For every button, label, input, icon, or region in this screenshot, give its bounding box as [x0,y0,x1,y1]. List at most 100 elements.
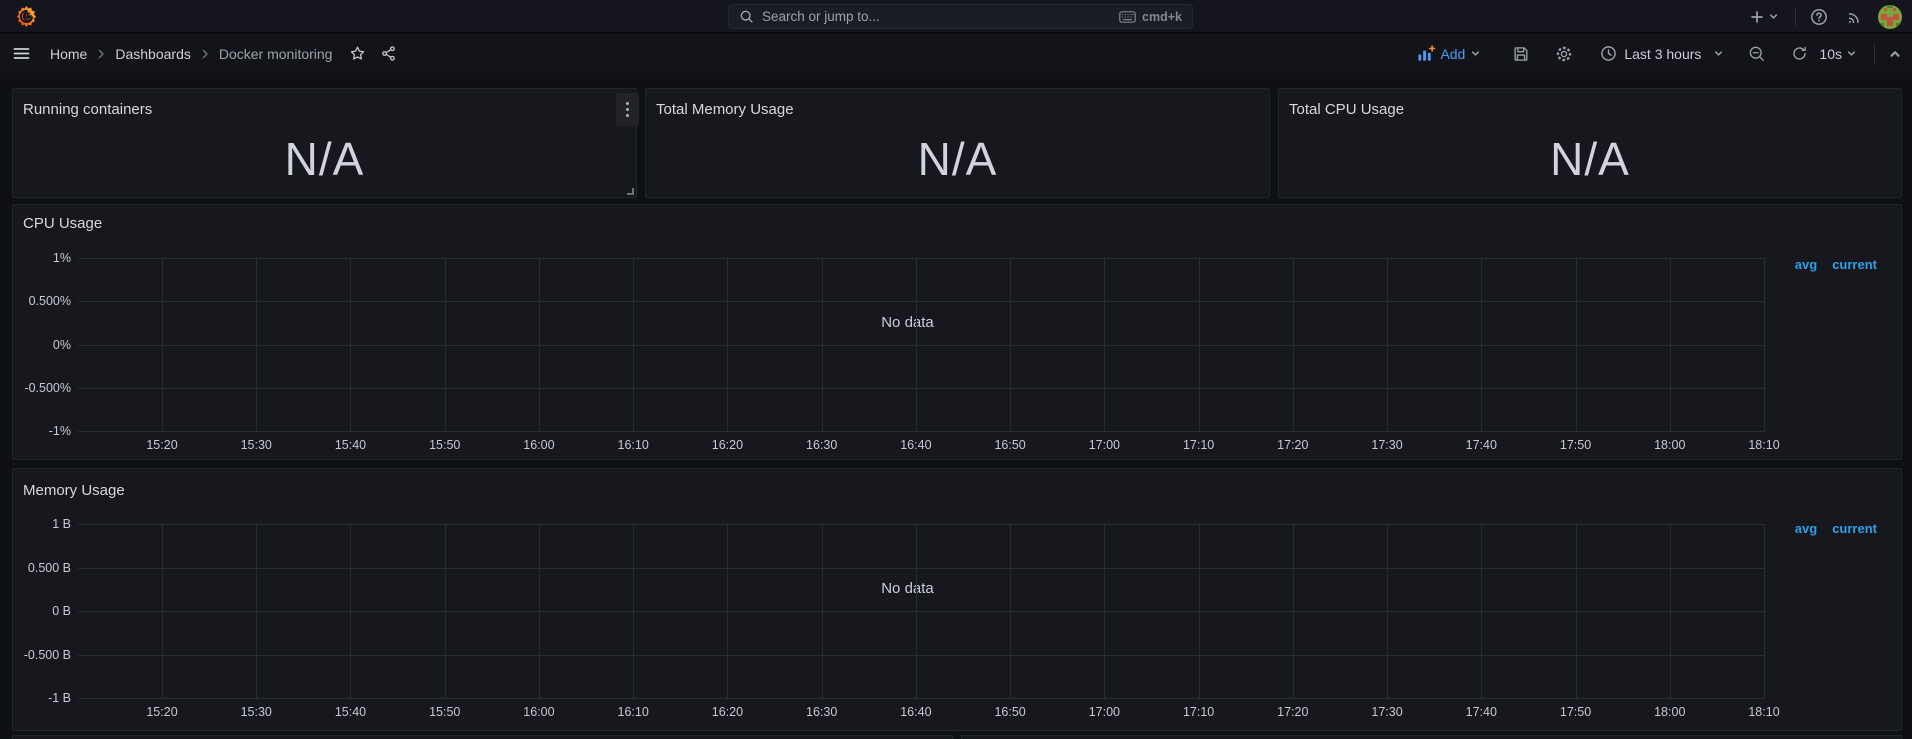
share-icon [382,46,396,61]
save-icon [1514,46,1528,61]
user-avatar[interactable] [1878,4,1902,29]
gridline-vertical [350,258,352,431]
gridline-vertical [821,524,823,698]
gridline-vertical [1669,524,1671,698]
legend-header-avg[interactable]: avg [1795,257,1817,272]
x-tick-label: 17:50 [1559,438,1592,452]
toolbar-controls: Add Last 3 hours 10s [1416,43,1902,64]
gridline-vertical [1387,258,1389,431]
gridline-vertical [1669,258,1671,431]
x-tick-label: 15:50 [429,438,461,452]
next-row-panel-edge [961,735,1902,739]
topbar-divider [1795,6,1796,27]
panel-running-containers: Running containers N/A [12,88,639,198]
x-tick-label: 15:40 [334,705,367,719]
grafana-logo[interactable] [14,4,38,29]
panel-resize-handle[interactable] [627,188,634,195]
y-tick-label: 0.500% [28,294,71,309]
gridline-horizontal [78,698,1764,699]
grafana-logo-icon [16,5,36,28]
panel-title[interactable]: Memory Usage [23,482,125,499]
x-tick-label: 16:20 [711,705,744,719]
gridline-vertical [821,258,823,431]
gridline-vertical [1764,258,1765,431]
panel-title[interactable]: Total Memory Usage [656,101,794,118]
x-tick-label: 16:20 [711,438,744,452]
panel-cpu-usage-graph: CPU Usage avg current 1% 0.500% 0% -0.500% -… [12,204,1902,460]
chevron-down-icon [1715,51,1723,56]
chevron-down-icon [1847,51,1856,56]
legend-header-current[interactable]: current [1832,521,1877,536]
add-panel-icon [1418,45,1436,61]
add-panel-button[interactable]: Add [1416,44,1481,63]
new-button[interactable] [1749,9,1779,25]
panel-title[interactable]: CPU Usage [23,215,102,232]
x-tick-label: 17:50 [1559,705,1592,719]
gridline-vertical [1387,524,1389,698]
x-tick-label: 16:30 [806,438,838,452]
breadcrumb-dashboards[interactable]: Dashboards [115,46,191,62]
top-navigation-bar: Search or jump to... cmd+k [0,0,1912,33]
share-button[interactable] [380,45,397,62]
menu-icon [13,48,30,59]
stat-value: N/A [917,133,998,185]
keyboard-icon [1119,10,1136,23]
x-tick-label: 15:50 [429,705,461,719]
chevron-down-icon [1472,51,1480,56]
x-tick-label: 16:40 [900,705,932,719]
plot-area[interactable]: No data 15:20 15:30 15:40 15:50 16:00 16:10 16… [78,524,1780,719]
panel-title[interactable]: Total CPU Usage [1289,101,1404,118]
breadcrumb: Home Dashboards Docker monitoring [12,44,397,63]
y-tick-label: -1 B [48,691,71,705]
mega-menu-button[interactable] [12,44,31,63]
y-tick-label: 1% [52,251,71,265]
time-range-picker[interactable]: Last 3 hours [1600,45,1724,62]
x-tick-label: 16:00 [523,705,555,719]
chevron-down-icon [1769,14,1778,19]
save-dashboard-button[interactable] [1512,45,1530,63]
gridline-vertical [1010,258,1012,431]
gridline-horizontal [78,567,1764,569]
breadcrumb-home[interactable]: Home [50,46,87,62]
legend-header-current[interactable]: current [1832,257,1877,272]
stat-value: N/A [1550,133,1630,185]
gridline-vertical [538,524,540,698]
favorite-button[interactable] [349,45,366,62]
gridline-vertical [444,258,446,431]
panel-title[interactable]: Running containers [23,101,152,118]
zoom-out-time-button[interactable] [1748,45,1766,63]
x-tick-label: 17:00 [1088,705,1120,719]
kebab-icon [626,102,629,105]
dashboard-settings-button[interactable] [1555,45,1573,63]
refresh-interval-picker[interactable]: 10s [1819,46,1857,62]
plot-area[interactable]: No data 15:20 15:30 15:40 15:50 16:00 16:10 16… [78,258,1780,452]
time-range-label: Last 3 hours [1624,45,1702,62]
panel-total-cpu-usage: Total CPU Usage N/A [1278,88,1902,198]
gridline-vertical [1481,258,1483,431]
x-tick-label: 18:00 [1654,705,1686,719]
gridline-vertical [256,524,258,698]
help-button[interactable] [1810,8,1828,26]
legend-header-avg[interactable]: avg [1795,521,1817,536]
next-row-panel-edge [12,735,953,739]
collapse-toolbar-button[interactable] [1888,47,1902,61]
x-tick-label: 17:40 [1465,705,1497,719]
panel-memory-usage-graph: Memory Usage avg current 1 B 0.500 B 0 B -0… [12,468,1902,731]
gridline-vertical [1104,258,1106,431]
plus-icon [1751,10,1763,23]
gridline-vertical [1104,524,1106,698]
news-button[interactable] [1845,8,1863,26]
y-tick-label: 0% [52,337,71,352]
gridline-horizontal [78,654,1764,656]
search-input[interactable]: Search or jump to... cmd+k [728,4,1193,29]
gridline-vertical [727,524,729,698]
search-shortcut: cmd+k [1119,10,1182,24]
gridline-horizontal [78,431,1764,432]
panel-menu-button[interactable] [616,93,639,126]
x-tick-label: 17:20 [1277,438,1309,452]
x-tick-label: 17:10 [1182,438,1215,452]
gridline-vertical [444,524,446,698]
no-data-label: No data [881,314,934,331]
breadcrumb-current-dashboard: Docker monitoring [218,45,333,62]
refresh-button[interactable] [1791,45,1808,62]
